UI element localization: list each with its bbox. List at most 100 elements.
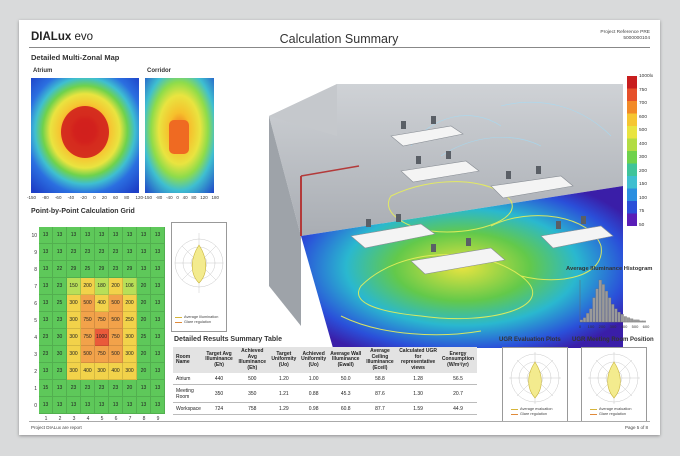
grid-cell: 500 xyxy=(109,346,123,363)
histogram-bar xyxy=(583,317,586,323)
grid-cell: 13 xyxy=(39,363,53,380)
table-cell: 758 xyxy=(235,402,270,415)
histogram-bar xyxy=(608,297,612,323)
grid-cell: 400 xyxy=(95,295,109,312)
grid-cell: 300 xyxy=(123,329,137,346)
table-cell: 45.3 xyxy=(328,384,363,403)
grid-cell: 13 xyxy=(39,278,53,295)
grid-row-label: 3 xyxy=(34,351,37,358)
grid-cell: 30 xyxy=(53,329,67,346)
table-cell: 1.59 xyxy=(397,402,439,415)
grid-cell: 23 xyxy=(95,380,109,397)
table-row: Workspace 724 758 1.29 0.98 60.8 87.7 1.59 44.9 xyxy=(173,402,477,415)
grid-cell: 400 xyxy=(109,363,123,380)
table-cell: 0.88 xyxy=(298,384,329,403)
histogram-tick: 200 xyxy=(599,324,606,329)
grid-cell: 13 xyxy=(151,312,165,329)
grid-cell: 20 xyxy=(123,380,137,397)
illuminance-color-scale xyxy=(627,76,637,226)
histogram-bar xyxy=(592,297,596,323)
grid-cell: 300 xyxy=(123,363,137,380)
table-cell: 58.8 xyxy=(362,373,398,385)
grid-cell: 13 xyxy=(137,227,151,244)
grid-cell: 13 xyxy=(95,227,109,244)
histogram-bar xyxy=(623,316,627,323)
table-header-cell: Achieved Uniformity (Uo) xyxy=(298,347,329,373)
histogram-bar xyxy=(605,290,608,323)
histogram-bar xyxy=(586,313,590,323)
grid-cell: 200 xyxy=(123,295,137,312)
luminaire-polar-plot: Average Illumination Glare regulation xyxy=(171,222,227,332)
grid-cell: 23 xyxy=(53,312,67,329)
table-header-cell: Target Uniformity (Uo) xyxy=(269,347,299,373)
results-table: Room Name Target Avg Illuminance (Eh) Achi… xyxy=(173,347,477,415)
grid-row-label: 6 xyxy=(34,300,37,307)
histogram-bar xyxy=(636,319,640,323)
table-cell: 1.20 xyxy=(269,373,299,385)
table-cell: 87.6 xyxy=(362,384,398,403)
ugr-eval-plot: Average evaluation Glare regulation xyxy=(502,347,568,422)
grid-cell: 23 xyxy=(67,380,81,397)
grid-cell: 25 xyxy=(137,329,151,346)
grid-cell: 29 xyxy=(123,261,137,278)
scale-label: 500 xyxy=(639,128,648,134)
scale-label: 300 xyxy=(639,155,648,161)
grid-cell: 13 xyxy=(109,397,123,414)
grid-cell: 13 xyxy=(53,397,67,414)
histogram-heading: Average Illuminance Histogram xyxy=(566,266,653,272)
corridor-heatmap xyxy=(145,78,214,193)
grid-cell: 500 xyxy=(81,295,95,312)
table-header-cell: Energy Consumption (W/m²/yr) xyxy=(438,347,477,373)
grid-cell: 13 xyxy=(67,227,81,244)
grid-cell: 300 xyxy=(67,295,81,312)
histogram-tick: 500 xyxy=(632,324,639,329)
grid-y-labels: 10 9 8 7 6 5 4 3 2 1 0 xyxy=(27,227,37,414)
grid-cell: 750 xyxy=(81,312,95,329)
project-reference: Project Reference PRE 5000000104 xyxy=(600,30,650,41)
header-divider xyxy=(29,47,650,48)
grid-cell: 23 xyxy=(109,380,123,397)
grid-cell: 13 xyxy=(123,244,137,261)
corridor-label: Corridor xyxy=(147,68,171,74)
histogram-bar xyxy=(611,304,615,323)
grid-cell: 13 xyxy=(81,397,95,414)
table-cell: 20.7 xyxy=(438,384,477,403)
footer-divider xyxy=(29,421,650,422)
table-cell: 1.28 xyxy=(397,373,439,385)
grid-cell: 13 xyxy=(123,397,137,414)
histogram-bar xyxy=(617,311,621,323)
grid-cell: 20 xyxy=(137,363,151,380)
scale-label: 75 xyxy=(639,209,645,215)
table-cell: 60.8 xyxy=(328,402,363,415)
grid-cell: 23 xyxy=(95,244,109,261)
scale-label: 150 xyxy=(639,182,648,188)
table-cell: 0.98 xyxy=(298,402,329,415)
histogram-tick: 600 xyxy=(643,324,650,329)
grid-cell: 13 xyxy=(39,244,53,261)
grid-cell: 750 xyxy=(95,346,109,363)
scale-label: 400 xyxy=(639,141,648,147)
table-cell: 44.9 xyxy=(438,402,477,415)
grid-cell: 400 xyxy=(81,363,95,380)
grid-cell: 13 xyxy=(39,261,53,278)
grid-row-label: 9 xyxy=(34,249,37,256)
illuminance-histogram: 0 100 200 300 400 500 600 xyxy=(572,276,650,331)
grid-cell: 13 xyxy=(151,261,165,278)
table-cell: Workspace xyxy=(173,402,203,415)
ugr-meeting-heading: UGR Meeting Room Position xyxy=(572,337,654,343)
grid-cell: 500 xyxy=(109,295,123,312)
scale-label: 200 xyxy=(639,168,648,174)
grid-cell: 25 xyxy=(81,261,95,278)
grid-cell: 13 xyxy=(123,227,137,244)
histogram-bar xyxy=(601,284,605,323)
histogram-bar xyxy=(589,308,593,323)
grid-cell: 23 xyxy=(81,380,95,397)
grid-cell: 300 xyxy=(67,312,81,329)
ugr-meeting-plot: Average evaluation Glare regulation xyxy=(581,347,647,422)
grid-cell: 300 xyxy=(67,329,81,346)
grid-cell: 13 xyxy=(39,397,53,414)
grid-cell: 13 xyxy=(137,244,151,261)
table-row: Meeting Room 350 350 1.21 0.88 45.3 87.6 1.30 20… xyxy=(173,384,477,403)
histogram-bar xyxy=(642,320,646,323)
results-heading: Detailed Results Summary Table xyxy=(174,336,283,343)
